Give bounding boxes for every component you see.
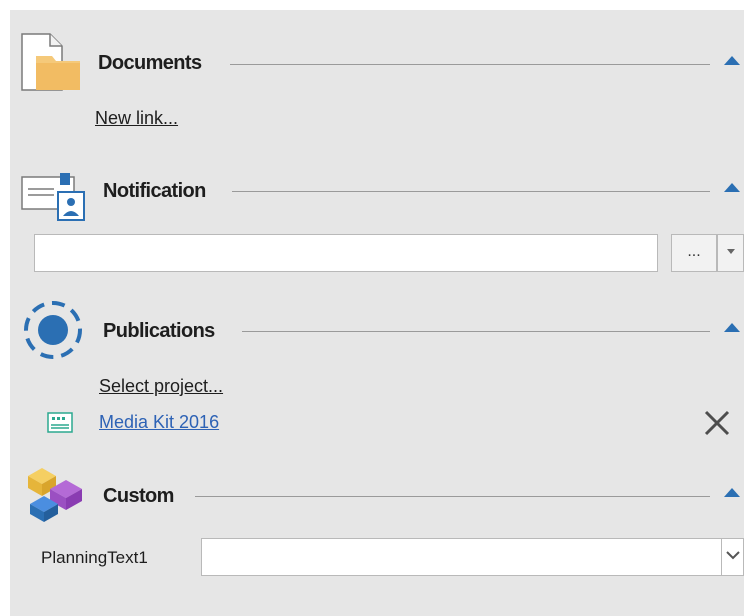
chevron-down-icon [725, 551, 740, 560]
documents-icon [20, 32, 82, 94]
publications-divider [242, 331, 710, 332]
planning-text-label: PlanningText1 [41, 548, 148, 567]
documents-title: Documents [98, 52, 202, 74]
publications-icon [22, 300, 84, 362]
notification-input[interactable] [34, 234, 658, 272]
notification-browse-button[interactable]: ... [671, 234, 717, 272]
documents-collapse-icon[interactable] [724, 56, 740, 65]
select-project-link[interactable]: Select project... [99, 375, 223, 397]
publication-item-icon [46, 411, 76, 435]
notification-dropdown-button[interactable] [717, 234, 744, 272]
notification-icon [20, 172, 86, 222]
notification-title: Notification [103, 180, 206, 202]
chevron-down-icon [726, 248, 735, 254]
planning-text-dropdown[interactable] [721, 538, 744, 576]
notification-collapse-icon[interactable] [724, 183, 740, 192]
custom-title: Custom [103, 485, 174, 507]
remove-publication-icon[interactable] [702, 410, 732, 436]
publication-item-link[interactable]: Media Kit 2016 [99, 411, 219, 433]
publications-title: Publications [103, 320, 215, 342]
task-panel [10, 10, 744, 616]
planning-text-field[interactable] [201, 538, 722, 576]
custom-divider [195, 496, 710, 497]
publications-collapse-icon[interactable] [724, 323, 740, 332]
new-link[interactable]: New link... [95, 107, 178, 129]
custom-collapse-icon[interactable] [724, 488, 740, 497]
notification-divider [232, 191, 710, 192]
custom-icon [22, 466, 86, 524]
documents-divider [230, 64, 710, 65]
